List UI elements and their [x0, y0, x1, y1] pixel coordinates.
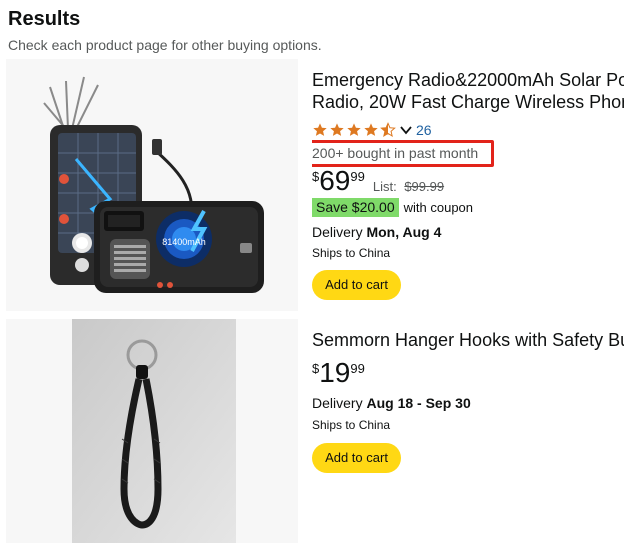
price[interactable]: $ 69 99 List: $99.99 — [312, 165, 444, 197]
product-details: Emergency Radio&22000mAh Solar Po Radio,… — [312, 59, 624, 311]
results-title: Results — [8, 8, 81, 30]
results-subtitle: Check each product page for other buying… — [8, 37, 322, 53]
product-title-line2[interactable]: Radio, 20W Fast Charge Wireless Phor — [312, 92, 624, 113]
coupon-row: Save $20.00 with coupon — [312, 198, 473, 217]
price[interactable]: $ 19 99 — [312, 357, 365, 389]
star-half-icon — [380, 122, 396, 137]
product-image[interactable]: 81400mAh — [6, 59, 298, 311]
list-price: List: $99.99 — [373, 179, 444, 194]
star-icon — [330, 123, 344, 136]
delivery-date: Mon, Aug 4 — [366, 224, 442, 240]
price-whole: 19 — [319, 357, 351, 388]
star-icon — [364, 123, 378, 136]
star-icon — [347, 123, 361, 136]
save-badge: Save $20.00 — [312, 198, 399, 217]
price-symbol: $ — [312, 361, 320, 376]
rating-count-link[interactable]: 26 — [416, 122, 432, 138]
delivery-info: Delivery Aug 18 - Sep 30 — [312, 395, 471, 411]
price-fraction: 99 — [350, 361, 365, 376]
bought-in-past-month: 200+ bought in past month — [312, 145, 479, 161]
delivery-label: Delivery — [312, 224, 363, 240]
product-title[interactable]: Emergency Radio&22000mAh Solar Po — [312, 68, 624, 92]
rating-row[interactable]: 26 — [312, 121, 432, 139]
product-card: Semmorn Hanger Hooks with Safety Bu $ 19… — [6, 319, 624, 543]
delivery-label: Delivery — [312, 395, 363, 411]
product-details: Semmorn Hanger Hooks with Safety Bu $ 19… — [312, 319, 624, 543]
price-symbol: $ — [312, 169, 320, 184]
add-to-cart-button[interactable]: Add to cart — [312, 270, 401, 300]
chevron-down-icon[interactable] — [400, 124, 412, 136]
ships-to: Ships to China — [312, 418, 391, 432]
coupon-text: with coupon — [403, 200, 474, 215]
product-card: 81400mAh Emergency Radio&22000mAh Solar … — [6, 59, 624, 311]
price-fraction: 99 — [350, 169, 365, 184]
price-whole: 69 — [319, 165, 351, 196]
list-price-label: List: — [372, 179, 397, 194]
product-title[interactable]: Semmorn Hanger Hooks with Safety Bu — [312, 328, 624, 352]
list-price-value: $99.99 — [404, 179, 445, 194]
ships-to: Ships to China — [312, 246, 391, 260]
star-rating[interactable] — [312, 122, 397, 138]
delivery-info: Delivery Mon, Aug 4 — [312, 224, 441, 240]
add-to-cart-button[interactable]: Add to cart — [312, 443, 401, 473]
star-icon — [313, 123, 327, 136]
delivery-date: Aug 18 - Sep 30 — [366, 395, 471, 411]
image-capacity-text: 81400mAh — [162, 237, 206, 247]
product-image[interactable] — [6, 319, 298, 543]
